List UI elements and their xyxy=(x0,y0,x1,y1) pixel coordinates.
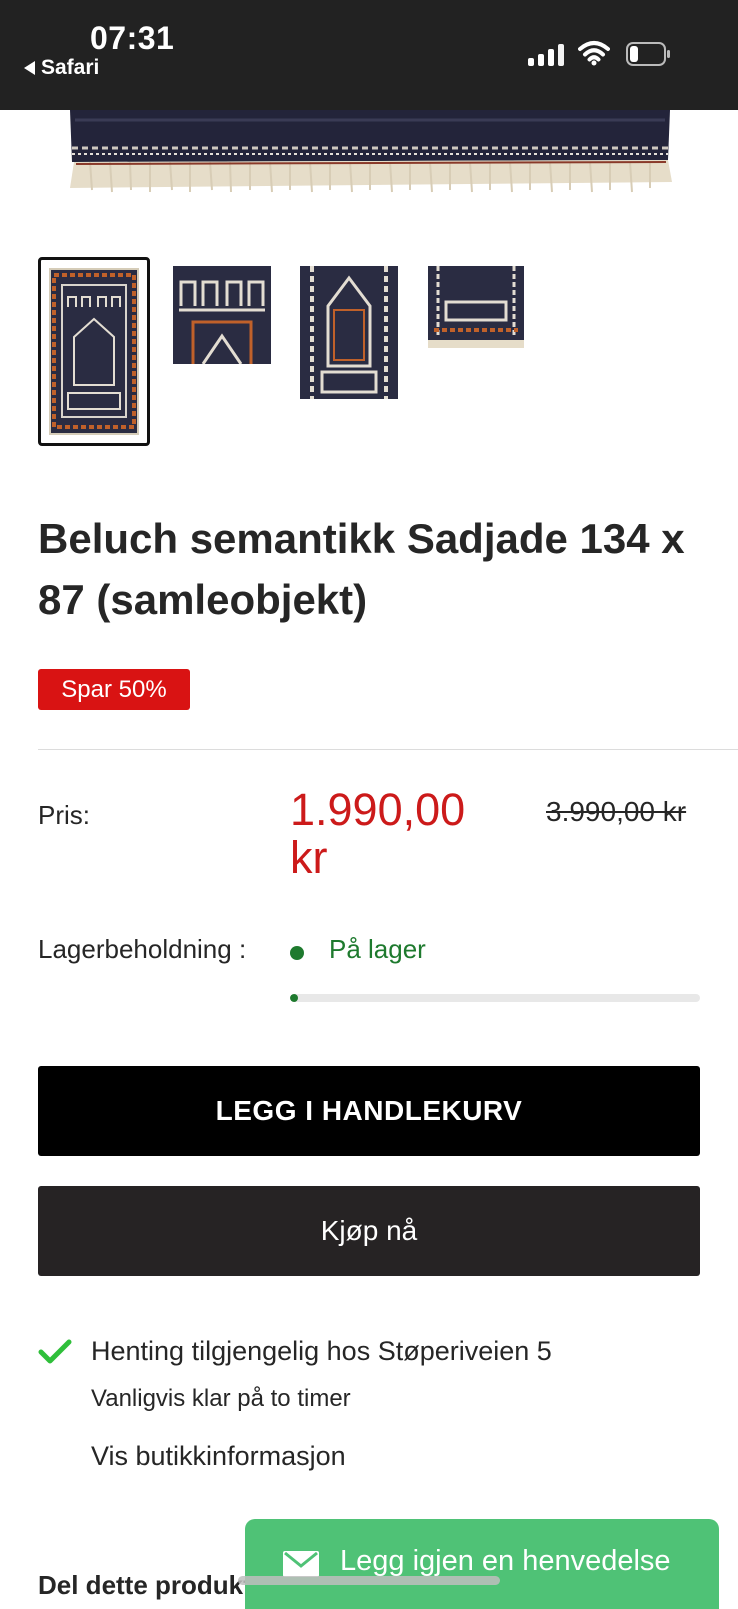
stock-label: Lagerbeholdning : xyxy=(38,934,247,964)
price-label: Pris: xyxy=(38,800,90,830)
add-to-cart-button[interactable]: LEGG I HANDLEKURV xyxy=(38,1066,700,1156)
stock-level-fill xyxy=(290,994,299,1002)
store-info-link[interactable]: Vis butikkinformasjon xyxy=(91,1441,346,1472)
product-title: Beluch semantikk Sadjade 134 x 87 (samle… xyxy=(38,515,685,623)
cellular-signal-icon xyxy=(528,44,564,66)
product-main-image[interactable] xyxy=(0,110,738,200)
stock-status: På lager xyxy=(329,934,426,964)
share-product-label: Del dette produkt xyxy=(38,1570,252,1600)
home-indicator[interactable] xyxy=(238,1576,500,1585)
status-time: 07:31 xyxy=(90,20,175,56)
status-bar: 07:31 Safari xyxy=(0,0,738,110)
wifi-icon xyxy=(578,41,610,66)
rug-image xyxy=(0,110,738,200)
mail-icon xyxy=(283,1551,319,1577)
stock-level-bar xyxy=(290,994,700,1002)
battery-icon xyxy=(626,42,670,66)
rug-thumbnail-image xyxy=(428,266,524,348)
contact-button[interactable]: Legg igjen en henvedelse xyxy=(245,1519,719,1609)
divider xyxy=(38,749,738,750)
rug-thumbnail-image xyxy=(173,266,271,365)
back-link-label: Safari xyxy=(41,56,100,79)
thumbnail-2[interactable] xyxy=(173,266,271,365)
pickup-time-note: Vanligvis klar på to timer xyxy=(91,1385,351,1412)
thumbnail-1[interactable] xyxy=(38,257,150,446)
pickup-availability: Henting tilgjengelig hos Støperiveien 5 xyxy=(91,1336,552,1366)
original-price: 3.990,00 kr xyxy=(546,796,687,827)
checkmark-icon xyxy=(38,1339,72,1364)
buy-now-button[interactable]: Kjøp nå xyxy=(38,1186,700,1276)
sale-price: 1.990,00 kr xyxy=(290,784,466,883)
thumbnail-4[interactable] xyxy=(428,266,524,348)
rug-thumbnail-image xyxy=(300,266,398,399)
stock-status-dot xyxy=(290,946,304,960)
rug-thumbnail-image xyxy=(49,268,139,435)
discount-badge: Spar 50% xyxy=(38,669,190,710)
back-to-safari-link[interactable]: Safari xyxy=(24,56,99,80)
back-arrow-icon xyxy=(24,61,35,75)
thumbnail-3[interactable] xyxy=(300,266,398,399)
contact-button-label: Legg igjen en henvedelse xyxy=(340,1545,671,1577)
